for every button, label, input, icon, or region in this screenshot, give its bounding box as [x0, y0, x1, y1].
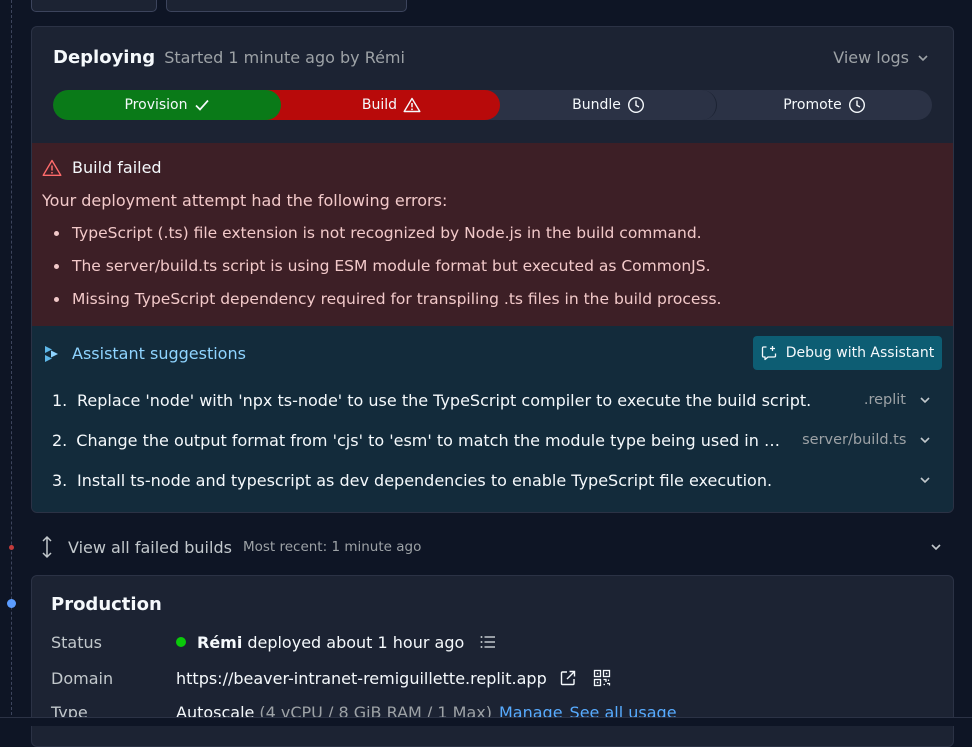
- clock-icon: [627, 96, 644, 114]
- suggestion-text: Install ts-node and typescript as dev de…: [77, 470, 773, 490]
- expand-vertical-icon: [42, 535, 52, 559]
- error-item: TypeScript (.ts) file extension is not r…: [54, 222, 721, 255]
- chevron-down-icon: [918, 474, 932, 486]
- failed-builds-label: View all failed builds: [68, 537, 232, 557]
- qr-code-icon[interactable]: [593, 669, 611, 687]
- deployment-header: Deploying Started 1 minute ago by Rémi: [53, 47, 405, 68]
- error-intro: Your deployment attempt had the followin…: [42, 191, 448, 210]
- error-list: TypeScript (.ts) file extension is not r…: [54, 222, 721, 321]
- debug-with-assistant-button[interactable]: Debug with Assistant: [753, 336, 942, 370]
- failed-builds-recent: Most recent: 1 minute ago: [242, 539, 422, 555]
- deployment-subtitle: Started 1 minute ago by Rémi: [164, 48, 405, 67]
- timeline-failed-dot: [9, 545, 14, 550]
- debug-button-label: Debug with Assistant: [785, 345, 935, 361]
- status-text: deployed about 1 hour ago: [247, 632, 465, 652]
- suggestion-number: 1.: [52, 390, 68, 410]
- suggestion-item[interactable]: 3. Install ts-node and typescript as dev…: [52, 467, 932, 493]
- deployment-card: Deploying Started 1 minute ago by Rémi V…: [31, 26, 954, 513]
- chevron-down-icon: [918, 394, 932, 406]
- clock-icon: [848, 96, 865, 114]
- suggestion-number: 2.: [52, 430, 68, 450]
- build-error-panel: Build failed Your deployment attempt had…: [32, 143, 953, 326]
- production-status-row: Status Rémi deployed about 1 hour ago: [51, 629, 931, 655]
- suggestion-file: server/build.ts: [802, 432, 907, 448]
- view-logs-label: View logs: [833, 48, 909, 67]
- warning-icon: [42, 159, 62, 176]
- error-item: The server/build.ts script is using ESM …: [54, 255, 721, 288]
- deployment-title: Deploying: [53, 47, 156, 68]
- suggestion-item[interactable]: 2. Change the output format from 'cjs' t…: [52, 427, 932, 453]
- suggestion-item[interactable]: 1. Replace 'node' with 'npx ts-node' to …: [52, 387, 932, 413]
- status-dot: [176, 637, 186, 647]
- chevron-down-icon: [930, 538, 942, 557]
- assistant-title: Assistant suggestions: [72, 344, 246, 363]
- assistant-heading: Assistant suggestions: [44, 344, 246, 363]
- domain-label: Domain: [51, 668, 114, 688]
- domain-link[interactable]: https://beaver-intranet-remiguillette.re…: [176, 669, 547, 688]
- view-logs-button[interactable]: View logs: [833, 48, 929, 67]
- suggestion-number: 3.: [52, 470, 68, 490]
- build-failed-heading: Build failed: [42, 158, 162, 177]
- view-failed-builds-row[interactable]: View all failed builds Most recent: 1 mi…: [40, 533, 942, 561]
- status-user: Rémi: [197, 632, 243, 652]
- step-label: Provision: [124, 97, 188, 113]
- error-item: Missing TypeScript dependency required f…: [54, 288, 721, 321]
- timeline-production-dot: [7, 599, 16, 608]
- list-icon[interactable]: [480, 635, 496, 649]
- step-label: Promote: [783, 97, 842, 113]
- chevron-down-icon: [918, 54, 928, 61]
- top-field[interactable]: [166, 0, 407, 12]
- chat-icon: [761, 346, 776, 361]
- timeline-line: [11, 0, 12, 725]
- step-bundle[interactable]: Bundle: [483, 90, 717, 120]
- step-label: Build: [361, 97, 398, 113]
- suggestion-text: Replace 'node' with 'npx ts-node' to use…: [77, 390, 812, 410]
- step-promote[interactable]: Promote: [717, 90, 932, 120]
- status-label: Status: [51, 632, 102, 652]
- top-button[interactable]: [31, 0, 157, 12]
- suggestion-file: .replit: [863, 392, 906, 408]
- suggestion-text: Change the output format from 'cjs' to '…: [76, 430, 785, 450]
- external-link-icon[interactable]: [559, 669, 577, 687]
- check-icon: [194, 99, 209, 111]
- warning-icon: [403, 97, 421, 113]
- step-provision[interactable]: Provision: [53, 90, 281, 120]
- deployment-progress: Provision Build Bundle Promote: [53, 90, 932, 120]
- assistant-icon: [45, 345, 58, 362]
- production-title: Production: [51, 594, 162, 615]
- step-label: Bundle: [572, 97, 621, 113]
- assistant-suggestions-panel: Assistant suggestions Debug with Assista…: [32, 326, 953, 512]
- step-build[interactable]: Build: [263, 90, 500, 120]
- chevron-down-icon: [918, 434, 932, 446]
- production-domain-row: Domain https://beaver-intranet-remiguill…: [51, 665, 931, 691]
- build-failed-title: Build failed: [72, 158, 162, 177]
